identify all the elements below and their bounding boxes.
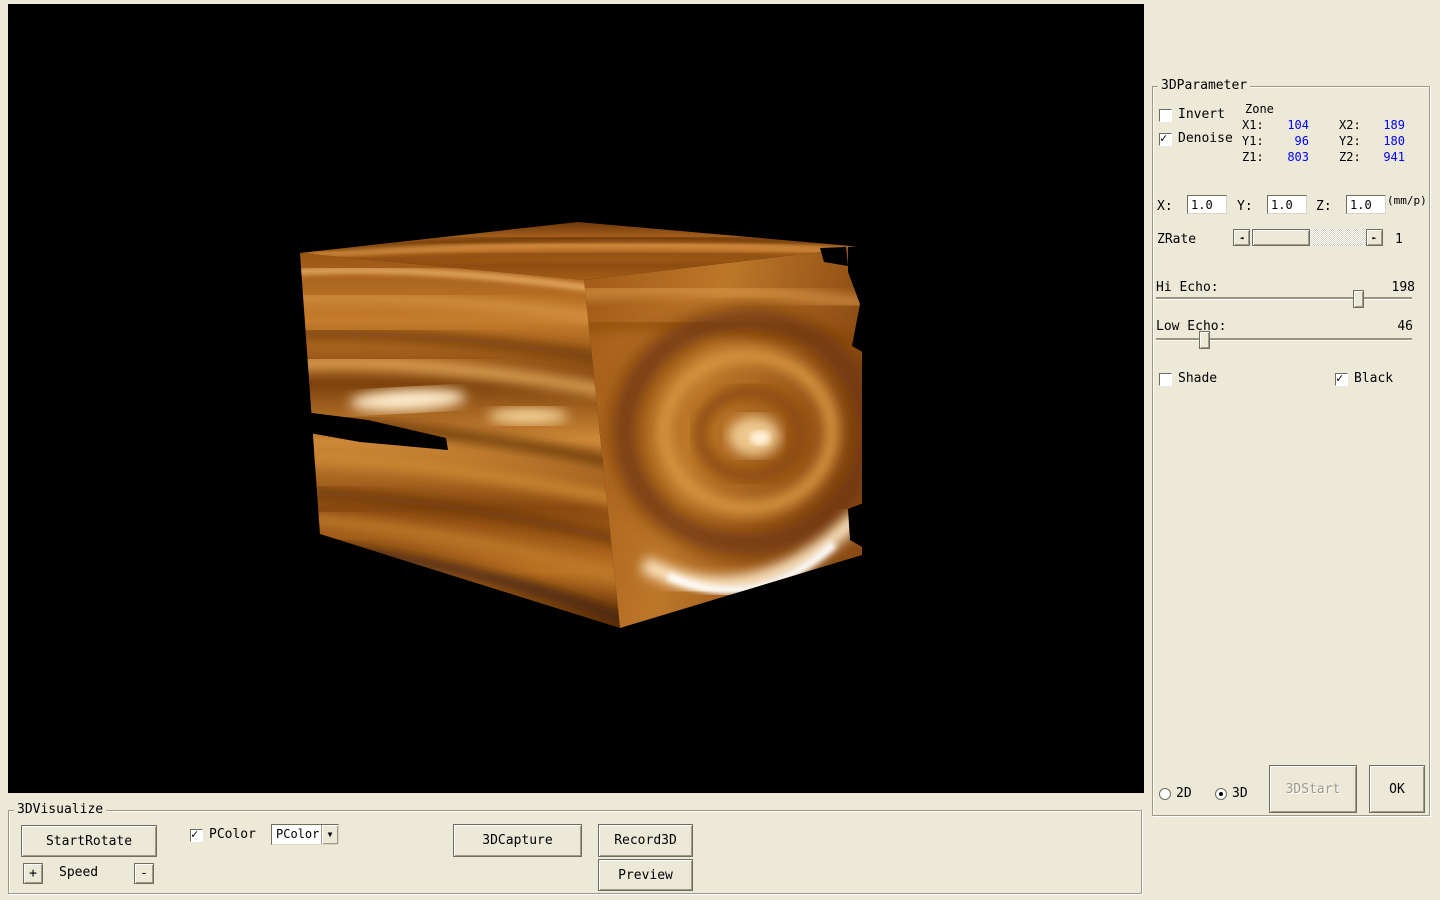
denoise-checkbox[interactable]: ✓ <box>1159 133 1172 146</box>
zrate-scroll-left-button[interactable]: ◄ <box>1233 229 1250 246</box>
low-echo-label: Low Echo: <box>1156 319 1226 334</box>
zrate-scrollbar-thumb[interactable] <box>1252 229 1310 246</box>
black-checkbox[interactable]: ✓ <box>1335 373 1348 386</box>
ultrasound-volume-3d <box>8 4 1144 793</box>
zone-y2-value: 180 <box>1365 134 1405 148</box>
zone-z1-label: Z1: <box>1242 150 1264 165</box>
hi-echo-value: 198 <box>1392 280 1415 295</box>
zone-z1-value: 803 <box>1269 150 1309 164</box>
black-label: Black <box>1354 371 1393 386</box>
mode-3d-radio[interactable] <box>1215 788 1227 800</box>
app-window: 3DParameter Invert ✓ Denoise Zone X1: 10… <box>0 0 1440 900</box>
visualize-groupbox: 3DVisualize StartRotate ✓ PColor PColor … <box>8 810 1142 894</box>
check-icon: ✓ <box>1336 372 1343 385</box>
scroll-right-icon: ► <box>1372 234 1376 242</box>
pcolor-dropdown-value: PColor <box>272 825 321 844</box>
pcolor-label: PColor <box>209 827 256 842</box>
speed-minus-button[interactable]: - <box>134 863 154 884</box>
zone-y1-label: Y1: <box>1242 134 1264 149</box>
zone-z2-label: Z2: <box>1339 150 1361 165</box>
zrate-scrollbar[interactable]: ◄ ► <box>1233 229 1383 246</box>
voxel-unit-label: (mm/p) <box>1387 193 1427 208</box>
check-icon: ✓ <box>1160 132 1167 145</box>
preview-button[interactable]: Preview <box>598 859 693 891</box>
voxel-z-input[interactable] <box>1346 195 1386 214</box>
speed-plus-button[interactable]: + <box>23 863 43 884</box>
pcolor-checkbox[interactable]: ✓ <box>190 829 203 842</box>
zrate-value: 1 <box>1395 232 1403 247</box>
voxel-y-label: Y: <box>1237 199 1253 214</box>
scroll-left-icon: ◄ <box>1239 234 1243 242</box>
pcolor-dropdown-button[interactable]: ▼ <box>321 825 338 844</box>
voxel-x-input[interactable] <box>1187 195 1227 214</box>
dropdown-arrow-icon: ▼ <box>328 830 333 839</box>
zone-x1-value: 104 <box>1269 118 1309 132</box>
hi-echo-slider-track[interactable] <box>1156 297 1412 300</box>
zone-x2-label: X2: <box>1339 118 1361 133</box>
shade-label: Shade <box>1178 371 1217 386</box>
ok-button[interactable]: OK <box>1369 765 1425 813</box>
zone-y2-label: Y2: <box>1339 134 1361 149</box>
zone-x2-value: 189 <box>1365 118 1405 132</box>
record-3d-button[interactable]: Record3D <box>598 824 693 857</box>
zrate-scroll-right-button[interactable]: ► <box>1366 229 1383 246</box>
invert-label: Invert <box>1178 107 1225 122</box>
zone-x1-label: X1: <box>1242 118 1264 133</box>
start-rotate-button[interactable]: StartRotate <box>21 825 157 857</box>
speed-label: Speed <box>59 865 98 880</box>
capture-3d-button[interactable]: 3DCapture <box>453 824 582 857</box>
voxel-z-label: Z: <box>1316 199 1332 214</box>
render-viewport[interactable] <box>8 4 1144 793</box>
check-icon: ✓ <box>191 828 198 841</box>
mode-2d-radio[interactable] <box>1159 788 1171 800</box>
low-echo-value: 46 <box>1397 319 1413 334</box>
denoise-label: Denoise <box>1178 131 1233 146</box>
hi-echo-label: Hi Echo: <box>1156 280 1219 295</box>
low-echo-slider-thumb[interactable] <box>1199 331 1210 349</box>
param-groupbox: 3DParameter Invert ✓ Denoise Zone X1: 10… <box>1152 86 1430 816</box>
start3d-button[interactable]: 3DStart <box>1269 765 1357 813</box>
invert-checkbox[interactable] <box>1159 109 1172 122</box>
voxel-x-label: X: <box>1157 199 1173 214</box>
mode-2d-label: 2D <box>1176 786 1192 801</box>
shade-checkbox[interactable] <box>1159 373 1172 386</box>
zrate-label: ZRate <box>1157 232 1196 247</box>
param-group-title: 3DParameter <box>1158 78 1250 93</box>
zone-y1-value: 96 <box>1269 134 1309 148</box>
mode-3d-label: 3D <box>1232 786 1248 801</box>
visualize-group-title: 3DVisualize <box>14 802 106 817</box>
hi-echo-slider-thumb[interactable] <box>1353 290 1364 308</box>
zone-title: Zone <box>1245 102 1274 117</box>
low-echo-slider-track[interactable] <box>1156 338 1412 341</box>
pcolor-dropdown[interactable]: PColor ▼ <box>271 824 339 845</box>
voxel-y-input[interactable] <box>1267 195 1307 214</box>
zone-z2-value: 941 <box>1365 150 1405 164</box>
